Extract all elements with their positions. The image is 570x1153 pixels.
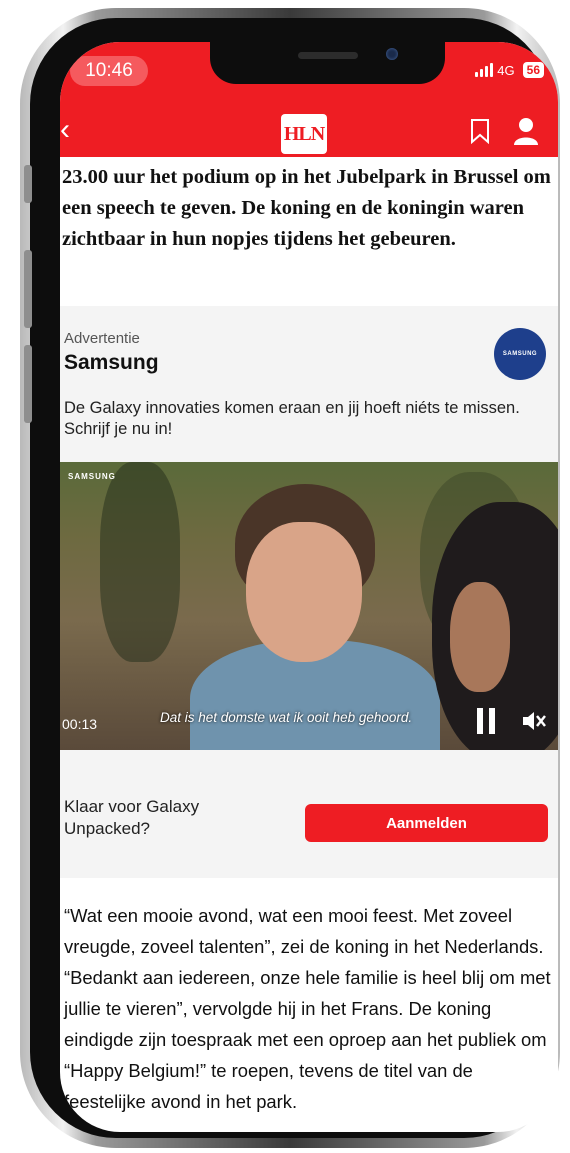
phone-notch: [210, 42, 445, 84]
mute-icon[interactable]: [520, 708, 546, 734]
video-person: [450, 582, 510, 692]
article-body-paragraph: “Wat een mooie avond, wat een mooi feest…: [64, 905, 551, 1112]
samsung-logo[interactable]: SAMSUNG: [494, 328, 546, 380]
phone-screen: 10:46 4G 56 ‹ HLN 23.00 uur het podium o…: [60, 42, 558, 1132]
battery-indicator: 56: [522, 62, 544, 78]
user-icon[interactable]: [513, 117, 539, 145]
register-button[interactable]: Aanmelden: [305, 804, 548, 842]
network-label: 4G: [497, 62, 515, 78]
back-icon[interactable]: ‹: [60, 115, 80, 145]
front-camera: [386, 48, 398, 60]
cta-text: Klaar voor Galaxy Unpacked?: [64, 797, 200, 838]
status-time: 10:46: [70, 56, 148, 86]
ad-description: De Galaxy innovaties komen eraan en jij …: [64, 399, 520, 438]
video-person: [246, 522, 362, 662]
mute-switch: [24, 165, 32, 203]
pause-icon[interactable]: [477, 708, 497, 734]
volume-up-button: [24, 250, 32, 328]
speaker-grille: [298, 52, 358, 59]
video-timestamp: 00:13: [62, 716, 98, 732]
ad-video-player[interactable]: SAMSUNG 00:13 Dat is het domste wat ik o…: [60, 462, 558, 750]
bookmark-icon[interactable]: [470, 118, 490, 144]
ad-label: Advertentie: [64, 330, 140, 347]
video-brand-watermark: SAMSUNG: [68, 472, 116, 481]
ad-container[interactable]: Advertentie Samsung SAMSUNG De Galaxy in…: [60, 306, 558, 462]
status-indicators: 4G 56: [475, 62, 544, 78]
video-background: [100, 462, 180, 662]
signal-icon: [475, 63, 494, 77]
ad-cta-section: Klaar voor Galaxy Unpacked? Aanmelden: [60, 750, 558, 878]
article-lead-paragraph: 23.00 uur het podium op in het Jubelpark…: [62, 166, 551, 250]
ad-brand-name[interactable]: Samsung: [64, 351, 159, 375]
volume-down-button: [24, 345, 32, 423]
video-subtitle: Dat is het domste wat ik ooit heb gehoor…: [160, 710, 413, 725]
hln-logo[interactable]: HLN: [281, 114, 327, 154]
